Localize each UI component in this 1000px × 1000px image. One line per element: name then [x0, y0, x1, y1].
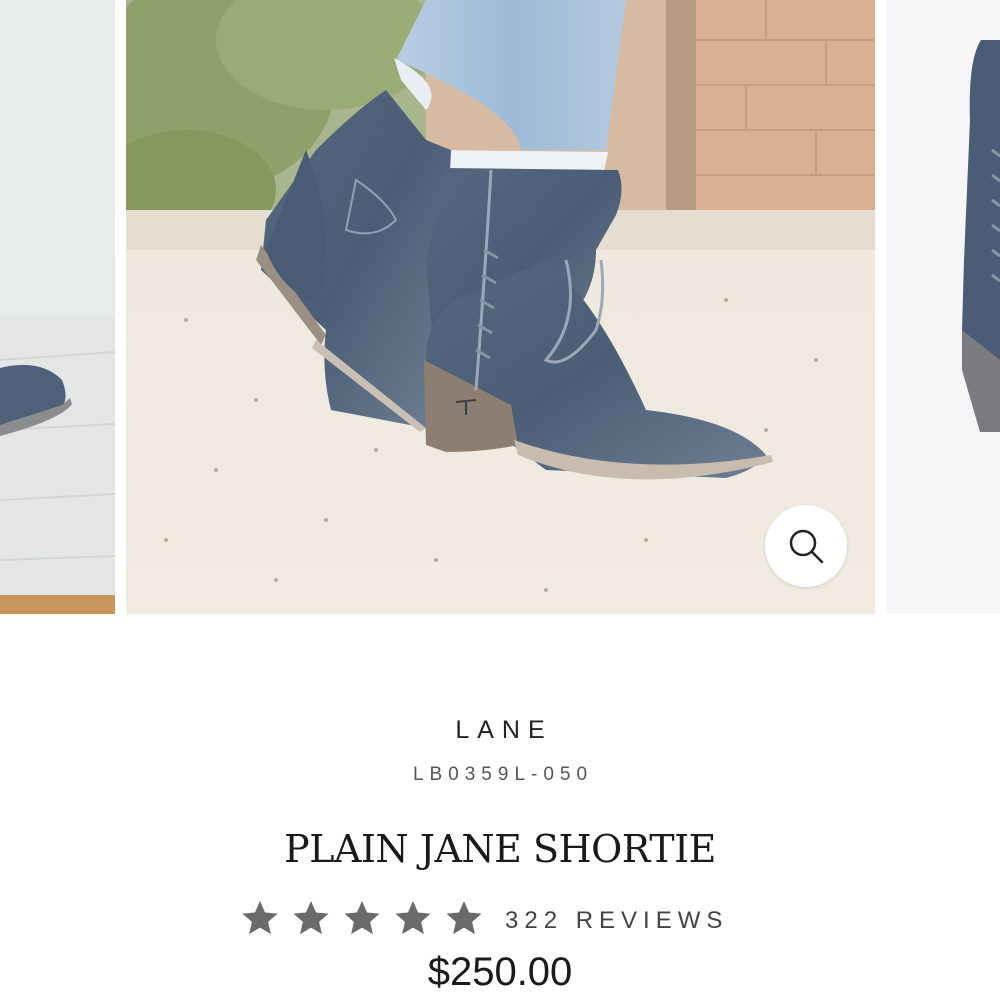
- zoom-button[interactable]: [765, 505, 847, 587]
- star-icon: [344, 901, 380, 935]
- product-info: LANE LB0359L-050 PLAIN JANE SHORTIE 322 …: [0, 614, 1000, 1000]
- previous-slide-photo: [0, 0, 115, 614]
- previous-slide-image[interactable]: [0, 0, 115, 614]
- star-icon: [446, 901, 482, 935]
- star-icon: [395, 901, 431, 935]
- boots-photo: [126, 0, 875, 614]
- brand-name[interactable]: LANE: [0, 716, 1000, 745]
- reviews-link[interactable]: 322 REVIEWS: [505, 907, 728, 935]
- search-icon: [786, 526, 826, 566]
- star-rating: [240, 898, 495, 938]
- product-title: PLAIN JANE SHORTIE: [284, 827, 716, 871]
- star-icon: [242, 901, 278, 935]
- product-price: $250.00: [427, 950, 573, 994]
- image-carousel[interactable]: [0, 0, 1000, 614]
- rating-summary[interactable]: 322 REVIEWS: [240, 898, 728, 938]
- main-product-image[interactable]: [126, 0, 875, 614]
- next-slide-photo: [886, 0, 1000, 614]
- star-icon: [293, 901, 329, 935]
- next-slide-image[interactable]: [886, 0, 1000, 614]
- product-sku: LB0359L-050: [412, 764, 594, 785]
